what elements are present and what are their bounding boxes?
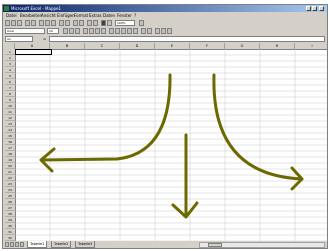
menu-bar: Datei Bearbeiten Ansicht Einfügen Format… bbox=[3, 12, 327, 19]
scrollbar-thumb[interactable] bbox=[208, 243, 222, 247]
menu-ansicht[interactable]: Ansicht bbox=[41, 12, 56, 19]
spreadsheet-grid[interactable]: ABCDEFGHI 1 2 3 4 5 6 7 8 9 10 11 12 13 14 15 16 17 18 19 2… bbox=[5, 43, 327, 241]
formula-equals[interactable]: = bbox=[43, 36, 46, 42]
horizontal-scrollbar[interactable] bbox=[199, 242, 325, 248]
function-icon[interactable] bbox=[79, 20, 84, 26]
maximize-button[interactable] bbox=[312, 6, 317, 11]
drawing-icon[interactable] bbox=[107, 20, 112, 26]
bold-icon[interactable] bbox=[63, 28, 68, 34]
decrease-indent-icon[interactable] bbox=[141, 28, 146, 34]
name-box[interactable]: A1 bbox=[5, 36, 33, 42]
menu-daten[interactable]: Daten bbox=[103, 12, 115, 19]
excel-app-icon bbox=[4, 6, 9, 11]
format-toolbar: Arial 10 bbox=[3, 27, 327, 35]
menu-fenster[interactable]: Fenster bbox=[117, 12, 132, 19]
next-sheet-icon[interactable] bbox=[15, 242, 19, 247]
sort-ascending-icon[interactable] bbox=[87, 20, 92, 26]
menu-datei[interactable]: Datei bbox=[6, 12, 17, 19]
menu-einfuegen[interactable]: Einfügen bbox=[57, 12, 75, 19]
drawn-arrows bbox=[39, 73, 304, 219]
title-bar: Microsoft Excel - Mappe1 bbox=[3, 5, 327, 12]
left-arrow[interactable] bbox=[39, 73, 172, 173]
sheet-tab-2[interactable]: Tabelle2 bbox=[51, 241, 72, 248]
window-title: Microsoft Excel - Mappe1 bbox=[11, 6, 62, 11]
align-left-icon[interactable] bbox=[83, 28, 88, 34]
merge-center-icon[interactable] bbox=[101, 28, 106, 34]
menu-extras[interactable]: Extras bbox=[89, 12, 102, 19]
paste-icon[interactable] bbox=[51, 20, 56, 26]
excel-window: Microsoft Excel - Mappe1 Datei Bearbeite… bbox=[2, 4, 328, 249]
redo-icon[interactable] bbox=[65, 20, 70, 26]
preview-icon[interactable] bbox=[31, 20, 36, 26]
previous-sheet-icon[interactable] bbox=[10, 242, 14, 247]
right-arrow[interactable] bbox=[212, 73, 304, 191]
down-arrow[interactable] bbox=[171, 133, 199, 219]
sheet-tab-3[interactable]: Tabelle3 bbox=[75, 241, 96, 248]
sum-icon[interactable] bbox=[73, 20, 78, 26]
font-size-select[interactable]: 10 bbox=[47, 28, 59, 34]
menu-help[interactable]: ? bbox=[134, 12, 136, 19]
copy-icon[interactable] bbox=[45, 20, 50, 26]
print-icon[interactable] bbox=[25, 20, 30, 26]
save-icon[interactable] bbox=[17, 20, 22, 26]
close-button[interactable] bbox=[319, 6, 324, 11]
standard-toolbar: 100% bbox=[3, 19, 327, 27]
font-color-icon[interactable] bbox=[167, 28, 172, 34]
first-sheet-icon[interactable] bbox=[5, 242, 9, 247]
percent-icon[interactable] bbox=[115, 28, 120, 34]
zoom-select[interactable]: 100% bbox=[115, 20, 135, 26]
sheet-tab-bar: Tabelle1 Tabelle2 Tabelle3 bbox=[3, 241, 327, 248]
last-sheet-icon[interactable] bbox=[20, 242, 24, 247]
italic-icon[interactable] bbox=[69, 28, 74, 34]
align-right-icon[interactable] bbox=[95, 28, 100, 34]
decrease-decimal-icon[interactable] bbox=[133, 28, 138, 34]
align-center-icon[interactable] bbox=[89, 28, 94, 34]
increase-decimal-icon[interactable] bbox=[127, 28, 132, 34]
chart-wizard-icon[interactable] bbox=[101, 20, 106, 26]
open-icon[interactable] bbox=[11, 20, 16, 26]
formula-bar: A1 = bbox=[3, 35, 327, 43]
undo-icon[interactable] bbox=[59, 20, 64, 26]
borders-icon[interactable] bbox=[155, 28, 160, 34]
font-select[interactable]: Arial bbox=[5, 28, 45, 34]
menu-bearbeiten[interactable]: Bearbeiten bbox=[20, 12, 42, 19]
sheet-tab-1[interactable]: Tabelle1 bbox=[27, 241, 48, 248]
fill-color-icon[interactable] bbox=[161, 28, 166, 34]
minimize-button[interactable] bbox=[306, 6, 311, 11]
formula-input[interactable] bbox=[49, 36, 325, 42]
menu-format[interactable]: Format bbox=[74, 12, 88, 19]
sort-descending-icon[interactable] bbox=[93, 20, 98, 26]
increase-indent-icon[interactable] bbox=[147, 28, 152, 34]
currency-icon[interactable] bbox=[109, 28, 114, 34]
help-icon[interactable] bbox=[139, 20, 144, 26]
new-icon[interactable] bbox=[5, 20, 10, 26]
thousands-icon[interactable] bbox=[121, 28, 126, 34]
cut-icon[interactable] bbox=[39, 20, 44, 26]
underline-icon[interactable] bbox=[75, 28, 80, 34]
